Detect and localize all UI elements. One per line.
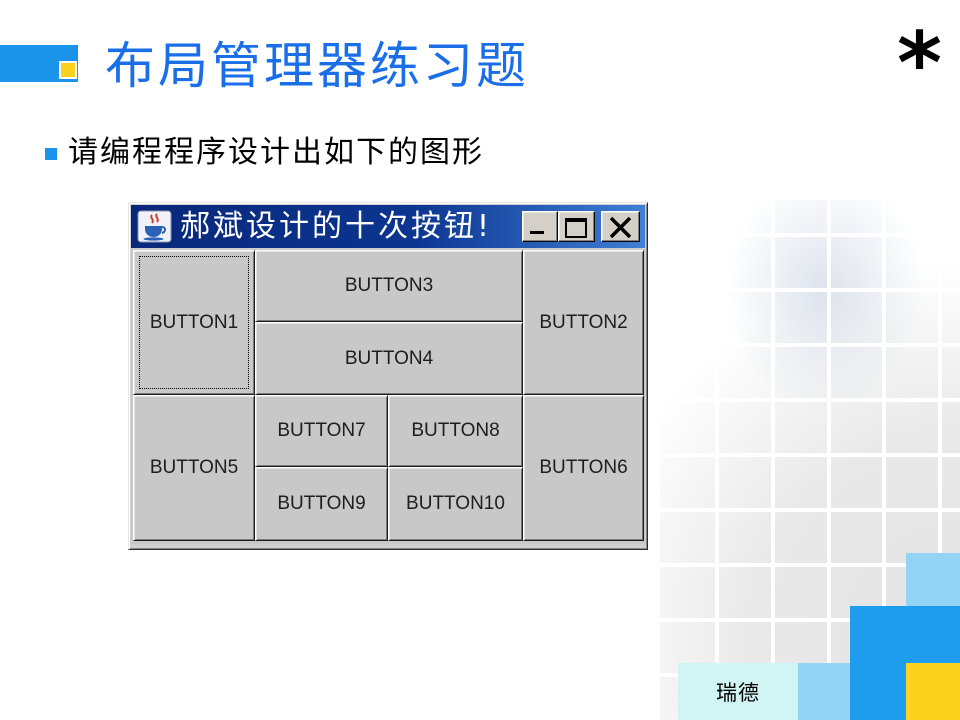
maximize-icon [565, 218, 587, 238]
button-1-label: BUTTON1 [149, 311, 239, 333]
button-4-label: BUTTON4 [344, 347, 434, 369]
button-4[interactable]: BUTTON4 [255, 322, 523, 395]
button-8[interactable]: BUTTON8 [388, 395, 523, 467]
button-7-label: BUTTON7 [277, 420, 366, 441]
bullet-text: 请编程程序设计出如下的图形 [68, 135, 484, 170]
button-7[interactable]: BUTTON7 [255, 395, 388, 467]
button-8-label: BUTTON8 [411, 420, 500, 441]
minimize-button[interactable] [522, 211, 558, 242]
button-1[interactable]: BUTTON1 [133, 250, 255, 395]
title-accent-square [59, 61, 77, 79]
footer-label-box: 瑞德 [678, 663, 798, 720]
bullet-marker [45, 148, 57, 160]
button-3[interactable]: BUTTON3 [255, 250, 523, 322]
minimize-icon [530, 231, 544, 234]
window-titlebar[interactable]: 郝斌设计的十次按钮! [131, 205, 645, 248]
window-title: 郝斌设计的十次按钮! [180, 209, 493, 244]
button-3-label: BUTTON3 [344, 275, 434, 296]
button-panel: BUTTON1 BUTTON3 BUTTON4 BUTTON2 BUTTON5 … [131, 249, 645, 544]
slide: 布局管理器练习题 * 请编程程序设计出如下的图形 郝斌设计的十次按钮! BUTT… [0, 0, 960, 720]
button-6[interactable]: BUTTON6 [523, 395, 644, 541]
deco-square-yellow [906, 663, 960, 720]
maximize-button[interactable] [558, 211, 595, 242]
button-9-label: BUTTON9 [277, 493, 366, 514]
button-5-label: BUTTON5 [149, 457, 239, 478]
button-5[interactable]: BUTTON5 [133, 395, 255, 541]
button-10[interactable]: BUTTON10 [388, 467, 523, 541]
deco-square-light-blue-top [906, 553, 960, 606]
java-cup-icon[interactable] [137, 210, 172, 243]
slide-number-mark: * [897, 14, 942, 114]
deco-square-light-blue-bottom [798, 663, 850, 720]
button-2-label: BUTTON2 [539, 311, 628, 333]
button-9[interactable]: BUTTON9 [255, 467, 388, 541]
slide-title: 布局管理器练习题 [105, 37, 529, 95]
close-button[interactable] [601, 211, 640, 242]
button-10-label: BUTTON10 [406, 493, 505, 514]
swing-window: 郝斌设计的十次按钮! BUTTON1 BUTTON3 BUTTON4 BUTTO… [128, 202, 648, 550]
close-icon [609, 216, 632, 239]
footer-label: 瑞德 [716, 680, 760, 705]
button-6-label: BUTTON6 [539, 457, 628, 478]
button-2[interactable]: BUTTON2 [523, 250, 644, 395]
